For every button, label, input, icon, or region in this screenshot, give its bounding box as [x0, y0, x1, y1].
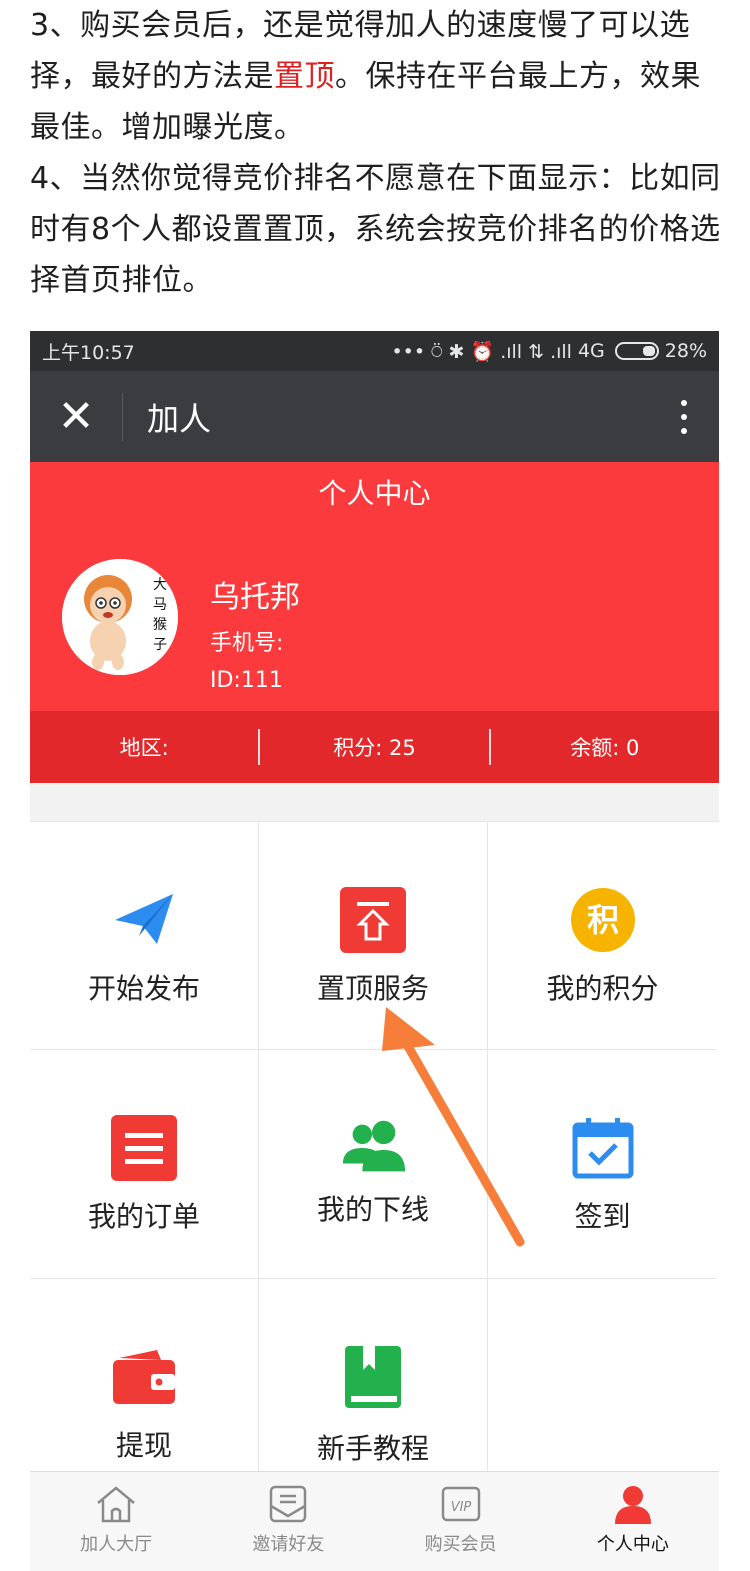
profile-header: 个人中心 大 马 猴 子 乌托邦 手机号: ID:111	[30, 462, 719, 711]
phone-number-label: 手机号:	[210, 631, 284, 656]
menu-item-checkin[interactable]: 签到	[488, 1050, 717, 1279]
tab-bar: 加人大厅 邀请好友 VIP 购买会员 个人中心	[30, 1471, 719, 1571]
menu-label: 置顶服务	[316, 972, 429, 1005]
tab-label: 个人中心	[596, 1534, 669, 1555]
article-text: 3、购买会员后，还是觉得加人的速度慢了可以选择，最好的方法是置顶。保持在平台最上…	[30, 0, 730, 306]
tab-home[interactable]: 加人大厅	[30, 1472, 202, 1571]
username: 乌托邦	[210, 580, 300, 615]
phone-screenshot: 上午10:57 ••• ⍥ ✱ ⏰ .ıll ⇅ .ıll 4G 28% ✕ 加…	[30, 331, 719, 1571]
wallet-icon	[110, 1343, 178, 1411]
svg-text:猴: 猴	[153, 617, 167, 633]
stats-bar: 地区: 积分: 25 余额: 0	[30, 711, 719, 783]
tab-label: 加人大厅	[80, 1534, 153, 1555]
status-icons: ••• ⍥ ✱ ⏰ .ıll ⇅ .ıll	[391, 340, 572, 363]
svg-text:大: 大	[153, 577, 167, 593]
stat-points: 积分: 25	[333, 736, 416, 760]
stat-divider	[258, 729, 261, 765]
tab-invite[interactable]: 邀请好友	[202, 1472, 374, 1571]
battery-icon	[614, 342, 659, 360]
avatar[interactable]: 大 马 猴 子	[62, 559, 178, 675]
tab-buy-vip[interactable]: VIP 购买会员	[375, 1472, 547, 1571]
nav-bar: ✕ 加人	[30, 371, 719, 462]
paper-plane-icon	[110, 886, 178, 954]
users-icon	[339, 1114, 407, 1182]
menu-item-pin-top[interactable]: 置顶服务	[259, 822, 488, 1050]
envelope-icon	[266, 1484, 310, 1524]
svg-text:积: 积	[586, 901, 618, 939]
book-icon	[339, 1343, 407, 1411]
menu-label: 签到	[574, 1200, 631, 1233]
tab-profile[interactable]: 个人中心	[547, 1472, 719, 1571]
status-battery: 28%	[664, 340, 707, 362]
stat-region: 地区:	[119, 736, 169, 760]
menu-item-orders[interactable]: 我的订单	[30, 1050, 259, 1279]
close-icon[interactable]: ✕	[30, 371, 122, 462]
person-icon	[611, 1484, 655, 1524]
page-title: 个人中心	[318, 477, 431, 510]
nav-title: 加人	[147, 399, 212, 438]
vip-icon: VIP	[439, 1484, 483, 1524]
svg-text:子: 子	[153, 637, 167, 653]
points-icon: 积	[569, 886, 637, 954]
svg-text:VIP: VIP	[450, 1500, 471, 1515]
menu-label: 我的积分	[546, 972, 659, 1005]
stat-balance: 余额: 0	[570, 736, 640, 760]
paragraph-3: 3、购买会员后，还是觉得加人的速度慢了可以选择，最好的方法是置顶。保持在平台最上…	[30, 0, 730, 153]
menu-item-points[interactable]: 积 我的积分	[488, 822, 717, 1050]
p3-highlight: 置顶	[274, 59, 335, 94]
home-icon	[94, 1484, 138, 1524]
paragraph-4: 4、当然你觉得竞价排名不愿意在下面显示：比如同时有8个人都设置置顶，系统会按竞价…	[30, 161, 721, 298]
more-menu-icon[interactable]	[649, 399, 719, 434]
menu-item-publish[interactable]: 开始发布	[30, 822, 259, 1050]
tab-label: 购买会员	[424, 1534, 497, 1555]
menu-label: 新手教程	[316, 1432, 429, 1465]
status-right: ••• ⍥ ✱ ⏰ .ıll ⇅ .ıll 4G 28%	[391, 340, 707, 363]
order-list-icon	[110, 1114, 178, 1182]
menu-label: 提现	[115, 1429, 172, 1462]
menu-item-downline[interactable]: 我的下线	[259, 1050, 488, 1279]
section-gap	[30, 783, 719, 821]
tab-label: 邀请好友	[252, 1534, 325, 1555]
menu-label: 开始发布	[87, 972, 200, 1005]
status-bar: 上午10:57 ••• ⍥ ✱ ⏰ .ıll ⇅ .ıll 4G 28%	[30, 331, 719, 371]
menu-label: 我的订单	[87, 1200, 200, 1233]
pin-top-icon	[339, 886, 407, 954]
menu-grid: 开始发布 置顶服务 积 我的积分 我的订单 我的下线 签到 提现 新手教程	[30, 821, 719, 1507]
menu-label: 我的下线	[316, 1193, 429, 1226]
status-network: 4G	[577, 340, 605, 362]
user-id: ID:111	[210, 668, 283, 693]
stat-divider	[488, 729, 491, 765]
calendar-check-icon	[569, 1114, 637, 1182]
status-time: 上午10:57	[42, 341, 135, 364]
svg-text:马: 马	[153, 597, 167, 613]
